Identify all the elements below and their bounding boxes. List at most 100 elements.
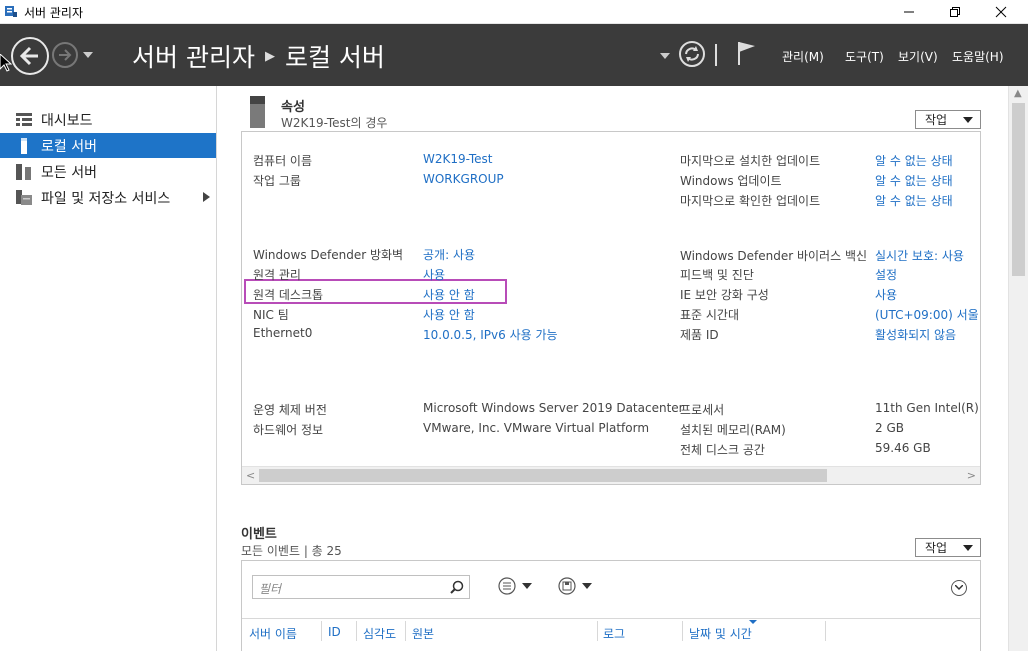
menu-manage[interactable]: 관리(M) (782, 48, 824, 65)
prop-value-feedback[interactable]: 설정 (875, 266, 897, 283)
storage-icon (15, 189, 33, 207)
column-id[interactable]: ID (328, 625, 341, 639)
sidebar-item-file-storage[interactable]: 파일 및 저장소 서비스 (0, 185, 216, 210)
events-task-button[interactable]: 작업 (915, 538, 981, 557)
list-options-button[interactable] (498, 577, 532, 595)
prop-value-computer-name[interactable]: W2K19-Test (423, 152, 493, 166)
prop-value-workgroup[interactable]: WORKGROUP (423, 172, 504, 186)
column-separator (682, 621, 683, 641)
prop-value-remote-desktop[interactable]: 사용 안 함 (423, 286, 475, 303)
save-query-button[interactable] (558, 577, 592, 595)
dropdown-arrow-icon (963, 117, 973, 123)
scroll-up-icon[interactable]: ▲ (1014, 88, 1022, 99)
refresh-icon[interactable] (678, 40, 706, 68)
events-title: 이벤트 (241, 527, 277, 542)
prop-value-last-installed-update[interactable]: 알 수 없는 상태 (875, 152, 953, 169)
column-severity[interactable]: 심각도 (363, 625, 396, 642)
dropdown-arrow-icon (582, 582, 592, 589)
properties-server-icon (250, 96, 265, 128)
maximize-button[interactable] (932, 0, 978, 24)
prop-value-disk-space: 59.46 GB (875, 441, 931, 455)
mouse-cursor-icon (0, 54, 12, 72)
sidebar-item-local-server[interactable]: 로컬 서버 (0, 133, 216, 158)
collapse-button[interactable] (951, 580, 967, 596)
column-date-time[interactable]: 날짜 및 시간 (689, 625, 752, 642)
prop-label-remote-desktop: 원격 데스크톱 (253, 288, 324, 302)
filter-input[interactable]: 필터 (252, 575, 470, 599)
prop-value-last-checked-update[interactable]: 알 수 없는 상태 (875, 192, 953, 209)
prop-label-time-zone: 표준 시간대 (680, 308, 740, 322)
sidebar-item-label: 파일 및 저장소 서비스 (41, 190, 171, 207)
expand-arrow-icon[interactable] (203, 192, 210, 202)
list-options-icon (498, 577, 516, 595)
sort-arrow-icon (749, 620, 757, 624)
prop-value-remote-management[interactable]: 사용 (423, 266, 445, 283)
prop-value-antivirus[interactable]: 실시간 보호: 사용 (875, 247, 964, 264)
server-icon (15, 137, 33, 155)
events-panel: 필터 서버 이름 ID 심각도 원본 로그 날짜 및 시간 (241, 560, 981, 651)
scroll-left-icon[interactable]: < (246, 469, 255, 482)
vertical-scrollbar[interactable]: ▲ (1008, 86, 1028, 651)
menu-view[interactable]: 보기(V) (898, 48, 938, 65)
column-log[interactable]: 로그 (603, 625, 625, 642)
sidebar-item-dashboard[interactable]: 대시보드 (0, 107, 216, 132)
forward-button[interactable] (52, 42, 78, 68)
prop-label-windows-update: Windows 업데이트 (680, 174, 782, 188)
chevron-down-icon (955, 585, 963, 591)
header-divider (715, 44, 717, 66)
servers-icon (15, 163, 33, 181)
sidebar-item-label: 대시보드 (41, 112, 93, 129)
prop-value-product-id[interactable]: 활성화되지 않음 (875, 326, 956, 343)
breadcrumb-root[interactable]: 서버 관리자 (132, 38, 255, 74)
main-content: 속성 W2K19-Test의 경우 작업 컴퓨터 이름 W2K19-Test 작… (218, 86, 1008, 651)
back-button[interactable] (11, 37, 49, 75)
dashboard-icon (15, 111, 33, 129)
minimize-button[interactable] (886, 0, 932, 24)
prop-label-disk-space: 전체 디스크 공간 (680, 443, 765, 457)
column-separator (825, 621, 826, 641)
prop-label-last-checked-update: 마지막으로 확인한 업데이트 (680, 194, 821, 208)
column-source[interactable]: 원본 (412, 625, 434, 642)
horizontal-scrollbar[interactable]: < > (242, 466, 980, 484)
sidebar-item-all-servers[interactable]: 모든 서버 (0, 159, 216, 184)
menu-tools[interactable]: 도구(T) (845, 48, 884, 65)
prop-value-nic-teaming[interactable]: 사용 안 함 (423, 306, 475, 323)
server-manager-app-icon (5, 6, 17, 17)
prop-value-ethernet0[interactable]: 10.0.0.5, IPv6 사용 가능 (423, 326, 558, 343)
prop-value-processor: 11th Gen Intel(R) C (875, 401, 980, 415)
prop-value-memory: 2 GB (875, 421, 904, 435)
notifications-flag-icon[interactable] (736, 40, 758, 66)
events-column-headers: 서버 이름 ID 심각도 원본 로그 날짜 및 시간 (242, 618, 980, 651)
restore-icon (950, 7, 960, 17)
properties-subtitle: W2K19-Test의 경우 (281, 116, 388, 130)
prop-label-ethernet0: Ethernet0 (253, 326, 313, 340)
task-button-label: 작업 (925, 541, 948, 555)
prop-value-firewall[interactable]: 공개: 사용 (423, 246, 475, 263)
prop-label-hardware: 하드웨어 정보 (253, 423, 324, 437)
prop-label-ie-security: IE 보안 강화 구성 (680, 288, 769, 302)
history-dropdown-icon[interactable] (83, 51, 93, 59)
prop-value-windows-update[interactable]: 알 수 없는 상태 (875, 172, 953, 189)
horizontal-scroll-thumb[interactable] (259, 469, 827, 482)
prop-value-hardware: VMware, Inc. VMware Virtual Platform (423, 421, 650, 435)
vertical-scroll-thumb[interactable] (1012, 103, 1025, 276)
save-icon (558, 577, 576, 595)
sidebar: 대시보드 로컬 서버 모든 서버 파일 및 저장소 서비스 (0, 86, 217, 651)
sidebar-item-label: 로컬 서버 (41, 138, 97, 155)
refresh-dropdown-icon[interactable] (660, 52, 670, 60)
column-separator (597, 621, 598, 641)
column-server-name[interactable]: 서버 이름 (249, 625, 297, 642)
window-title: 서버 관리자 (24, 6, 84, 20)
prop-label-computer-name: 컴퓨터 이름 (253, 154, 313, 168)
breadcrumb: 서버 관리자 ▶ 로컬 서버 (132, 38, 385, 74)
properties-task-button[interactable]: 작업 (915, 110, 981, 129)
close-button[interactable] (978, 0, 1024, 24)
prop-value-time-zone[interactable]: (UTC+09:00) 서울 (875, 306, 980, 323)
scroll-right-icon[interactable]: > (967, 469, 976, 482)
prop-value-ie-security[interactable]: 사용 (875, 286, 897, 303)
menu-help[interactable]: 도움말(H) (952, 48, 1004, 65)
arrow-left-icon (19, 46, 38, 66)
prop-label-firewall: Windows Defender 방화벽 (253, 248, 404, 262)
search-icon[interactable] (450, 580, 464, 594)
properties-panel: 컴퓨터 이름 W2K19-Test 작업 그룹 WORKGROUP Window… (241, 131, 981, 485)
